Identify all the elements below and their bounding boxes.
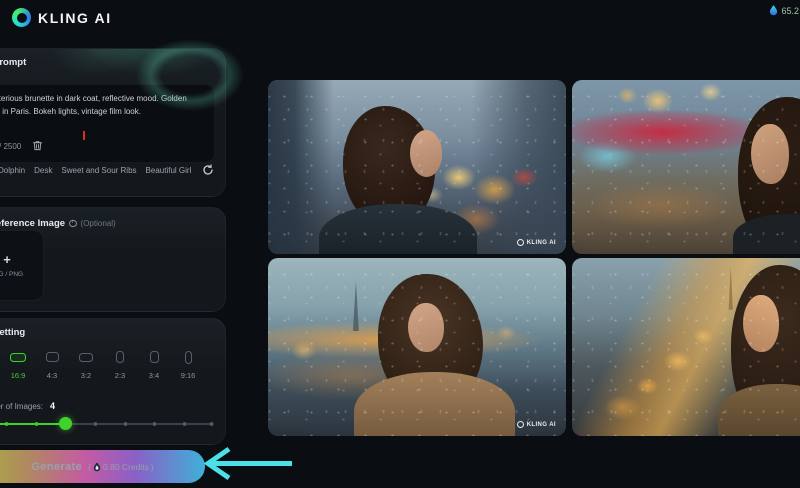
aspect-shape-icon — [185, 351, 192, 364]
prompt-textarea[interactable]: Mysterious brunette in dark coat, reflec… — [0, 84, 215, 163]
generate-button[interactable]: Generate ( 0.80 Credits ) — [0, 450, 205, 483]
image-vignette — [572, 258, 800, 436]
aspect-label: 9:16 — [181, 371, 196, 380]
aspect-label: 4:3 — [47, 371, 57, 380]
watermark-logo-icon — [517, 421, 524, 428]
aspect-shape-icon — [150, 351, 159, 363]
generated-image-2[interactable] — [572, 80, 800, 254]
credits-cost-text: 0.80 Credits — [103, 462, 149, 472]
paren-close: ) — [151, 462, 154, 472]
suggestion-chip[interactable]: Sweet and Sour Ribs — [61, 166, 136, 175]
aspect-shape-icon — [116, 351, 124, 363]
refresh-suggestions-icon[interactable] — [202, 164, 214, 176]
kling-logo[interactable]: KLING AI — [12, 8, 112, 27]
optional-label: (Optional) — [81, 219, 116, 228]
number-of-images-label: Number of Images: — [0, 402, 43, 411]
paren-open: ( — [88, 462, 91, 472]
watermark: KLING AI — [517, 421, 556, 428]
slider-stop[interactable] — [153, 422, 156, 425]
clear-prompt-trash-icon[interactable] — [32, 140, 43, 151]
aspect-shape-icon — [10, 353, 26, 362]
aspect-ratio-selector: 16:9 4:3 3:2 2:3 3:4 9:16 — [1, 349, 205, 380]
slider-stop[interactable] — [35, 422, 38, 425]
kling-logo-icon — [12, 8, 31, 27]
kling-logo-text: KLING AI — [38, 10, 112, 26]
generated-image-1[interactable]: KLING AI — [268, 80, 566, 254]
number-of-images-row: Number of Images: 4 — [0, 401, 55, 411]
credits-balance[interactable]: 65.2 — [769, 5, 799, 16]
suggestion-chip[interactable]: Dolphin — [0, 166, 25, 175]
generate-flame-icon — [93, 462, 101, 472]
slider-stop[interactable] — [124, 422, 127, 425]
slider-stop[interactable] — [94, 422, 97, 425]
slider-stop[interactable] — [210, 422, 213, 425]
reference-title-row: Reference Image (Optional) — [0, 218, 116, 229]
image-vignette — [268, 258, 566, 436]
char-counter: / 2500 — [0, 142, 21, 151]
aspect-shape-box — [185, 349, 192, 365]
aspect-label: 16:9 — [11, 371, 26, 380]
prompt-panel: Prompt Mysterious brunette in dark coat,… — [0, 48, 226, 197]
suggestion-chip[interactable]: Beautiful Girl — [146, 166, 192, 175]
aspect-shape-box — [10, 349, 26, 365]
info-icon[interactable] — [69, 220, 77, 228]
aspect-ratio-2-3[interactable]: 2:3 — [103, 349, 137, 380]
number-of-images-slider[interactable] — [0, 416, 214, 431]
prompt-text: Mysterious brunette in dark coat, reflec… — [0, 92, 208, 118]
aspect-shape-box — [116, 349, 124, 365]
aspect-ratio-9-16[interactable]: 9:16 — [171, 349, 205, 380]
settings-title: Setting — [0, 327, 25, 338]
watermark-logo-icon — [517, 239, 524, 246]
aspect-ratio-3-2[interactable]: 3:2 — [69, 349, 103, 380]
aspect-shape-icon — [46, 352, 59, 362]
aspect-shape-icon — [79, 353, 93, 362]
aspect-shape-box — [150, 349, 159, 365]
watermark: KLING AI — [517, 239, 556, 246]
aspect-shape-box — [46, 349, 59, 365]
aspect-label: 3:2 — [81, 371, 91, 380]
plus-icon: + — [3, 254, 11, 266]
prompt-title: Prompt — [0, 57, 26, 68]
prompt-suggestions: Dolphin Desk Sweet and Sour Ribs Beautif… — [0, 166, 191, 175]
kling-ai-app: KLING AI 65.2 Prompt Mysterious brunette… — [0, 0, 800, 488]
suggestion-chip[interactable]: Desk — [34, 166, 52, 175]
generate-label: Generate — [31, 461, 82, 473]
aspect-label: 3:4 — [149, 371, 159, 380]
number-of-images-value: 4 — [50, 401, 55, 411]
aspect-label: 2:3 — [115, 371, 125, 380]
upload-reference-image-button[interactable]: + JPG / PNG — [0, 230, 44, 301]
slider-stop[interactable] — [5, 422, 8, 425]
aspect-ratio-4-3[interactable]: 4:3 — [35, 349, 69, 380]
topbar: KLING AI 65.2 — [0, 0, 800, 36]
reference-title: Reference Image — [0, 218, 65, 229]
reference-image-panel: Reference Image (Optional) + JPG / PNG — [0, 207, 226, 312]
upload-formats-label: JPG / PNG — [0, 271, 23, 278]
generated-image-3[interactable]: KLING AI — [268, 258, 566, 436]
aspect-ratio-3-4[interactable]: 3:4 — [137, 349, 171, 380]
image-vignette — [572, 80, 800, 254]
slider-stop[interactable] — [183, 422, 186, 425]
generate-credits: ( 0.80 Credits ) — [88, 462, 154, 472]
slider-knob[interactable] — [59, 417, 72, 430]
generated-image-4[interactable] — [572, 258, 800, 436]
watermark-text: KLING AI — [527, 240, 556, 246]
credits-value: 65.2 — [781, 6, 799, 16]
aspect-shape-box — [79, 349, 93, 365]
text-cursor — [83, 131, 85, 140]
watermark-text: KLING AI — [527, 422, 556, 428]
image-vignette — [268, 80, 566, 254]
settings-panel: Setting 16:9 4:3 3:2 2:3 3:4 — [0, 318, 226, 445]
slider-track-active — [0, 423, 65, 426]
credits-flame-icon — [769, 5, 778, 16]
annotation-arrow-icon — [200, 444, 305, 484]
aspect-ratio-16-9[interactable]: 16:9 — [1, 349, 35, 380]
